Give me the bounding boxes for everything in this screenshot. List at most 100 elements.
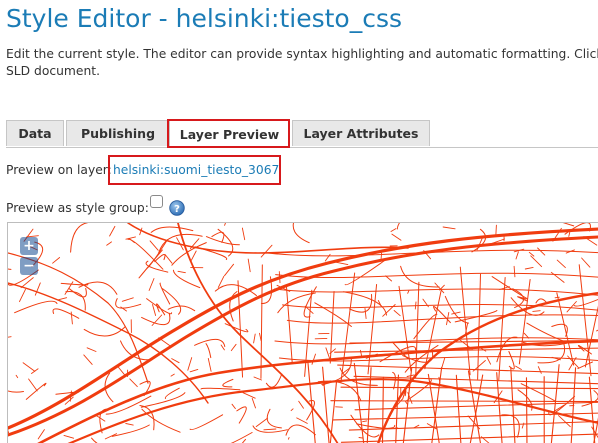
road-line [486, 356, 492, 365]
road-line [125, 423, 134, 426]
road-line [91, 437, 98, 443]
road-line [222, 378, 234, 388]
road-line [530, 255, 543, 268]
road-line [442, 226, 456, 230]
road-line [70, 311, 73, 325]
preview-group-label: Preview as style group: [6, 201, 149, 215]
road-line [52, 308, 80, 319]
road-line [128, 237, 135, 244]
road-line [528, 251, 535, 257]
road-line [532, 310, 541, 312]
road-line [501, 414, 520, 438]
road-line [515, 365, 522, 370]
road-line [236, 406, 247, 424]
road-line [8, 268, 12, 270]
road-line [364, 308, 367, 320]
road-line [164, 387, 180, 399]
road-line [380, 252, 383, 259]
road-line [537, 247, 546, 256]
road-line [231, 403, 236, 410]
road-line [556, 292, 575, 366]
road-line [362, 420, 368, 423]
road-line [15, 374, 19, 379]
tab-publishing[interactable]: Publishing [66, 120, 170, 146]
road-line [8, 227, 598, 430]
road-line [526, 322, 570, 344]
road-line [567, 355, 580, 369]
road-line [311, 353, 316, 365]
road-line [111, 424, 150, 437]
road-line [152, 304, 157, 316]
road-line [292, 223, 310, 244]
style-group-checkbox[interactable] [150, 195, 163, 208]
road-line [515, 251, 519, 260]
road-line [405, 401, 408, 405]
road-line [255, 417, 269, 428]
road-line [189, 368, 199, 373]
zoom-in-button[interactable]: + [20, 237, 38, 255]
road-network-map [8, 223, 598, 443]
road-line [259, 332, 262, 342]
road-line [322, 366, 330, 443]
zoom-out-button[interactable]: − [20, 257, 38, 275]
road-line [513, 265, 516, 278]
map-preview[interactable]: + − [7, 222, 598, 443]
road-line [194, 338, 226, 347]
road-line [200, 387, 241, 391]
page-title: Style Editor - helsinki:tiesto_css [6, 4, 403, 33]
road-line [170, 373, 175, 377]
road-line [273, 288, 598, 296]
road-line [391, 233, 402, 241]
road-line [414, 301, 417, 310]
preview-layer-label: Preview on layer: [6, 163, 112, 177]
road-line [164, 254, 173, 264]
road-line [22, 362, 36, 372]
road-line [189, 414, 224, 431]
road-line [205, 343, 212, 359]
road-line [224, 223, 226, 226]
road-line [537, 366, 542, 374]
road-line [556, 259, 566, 269]
road-line [434, 282, 445, 294]
road-line [349, 294, 373, 313]
preview-layer-link[interactable]: helsinki:suomi_tiesto_3067 [113, 163, 279, 177]
road-line [581, 257, 591, 268]
road-line [491, 276, 528, 300]
road-line [25, 382, 47, 400]
road-line [265, 373, 283, 388]
road-line [230, 343, 237, 352]
road-line [554, 296, 560, 299]
road-line [286, 314, 598, 324]
road-line [242, 392, 256, 399]
road-line [115, 298, 142, 309]
help-icon[interactable]: ? [169, 200, 185, 216]
tab-layer-attributes[interactable]: Layer Attributes [292, 120, 430, 146]
road-line [190, 250, 197, 262]
road-line [415, 281, 420, 379]
road-line [525, 377, 528, 443]
tab-bar: Data Publishing Layer Preview Layer Attr… [6, 120, 598, 148]
road-line [496, 372, 503, 443]
tab-layer-preview[interactable]: Layer Preview [169, 120, 290, 147]
road-line [451, 311, 461, 315]
road-line [285, 285, 293, 364]
road-line [329, 381, 338, 443]
road-line [524, 266, 534, 270]
road-line [426, 423, 437, 430]
road-line [358, 437, 364, 439]
road-line [156, 303, 166, 316]
road-line [19, 288, 26, 303]
road-line [8, 390, 24, 393]
road-line [251, 397, 256, 409]
road-line [78, 281, 118, 295]
road-line [287, 437, 290, 440]
road-line [106, 241, 112, 246]
road-line [467, 370, 481, 443]
road-line [285, 424, 316, 436]
road-line [566, 301, 577, 313]
tab-data[interactable]: Data [6, 120, 64, 146]
road-line [154, 254, 166, 263]
road-line [52, 257, 61, 264]
road-line [508, 351, 515, 370]
road-line [581, 390, 598, 407]
